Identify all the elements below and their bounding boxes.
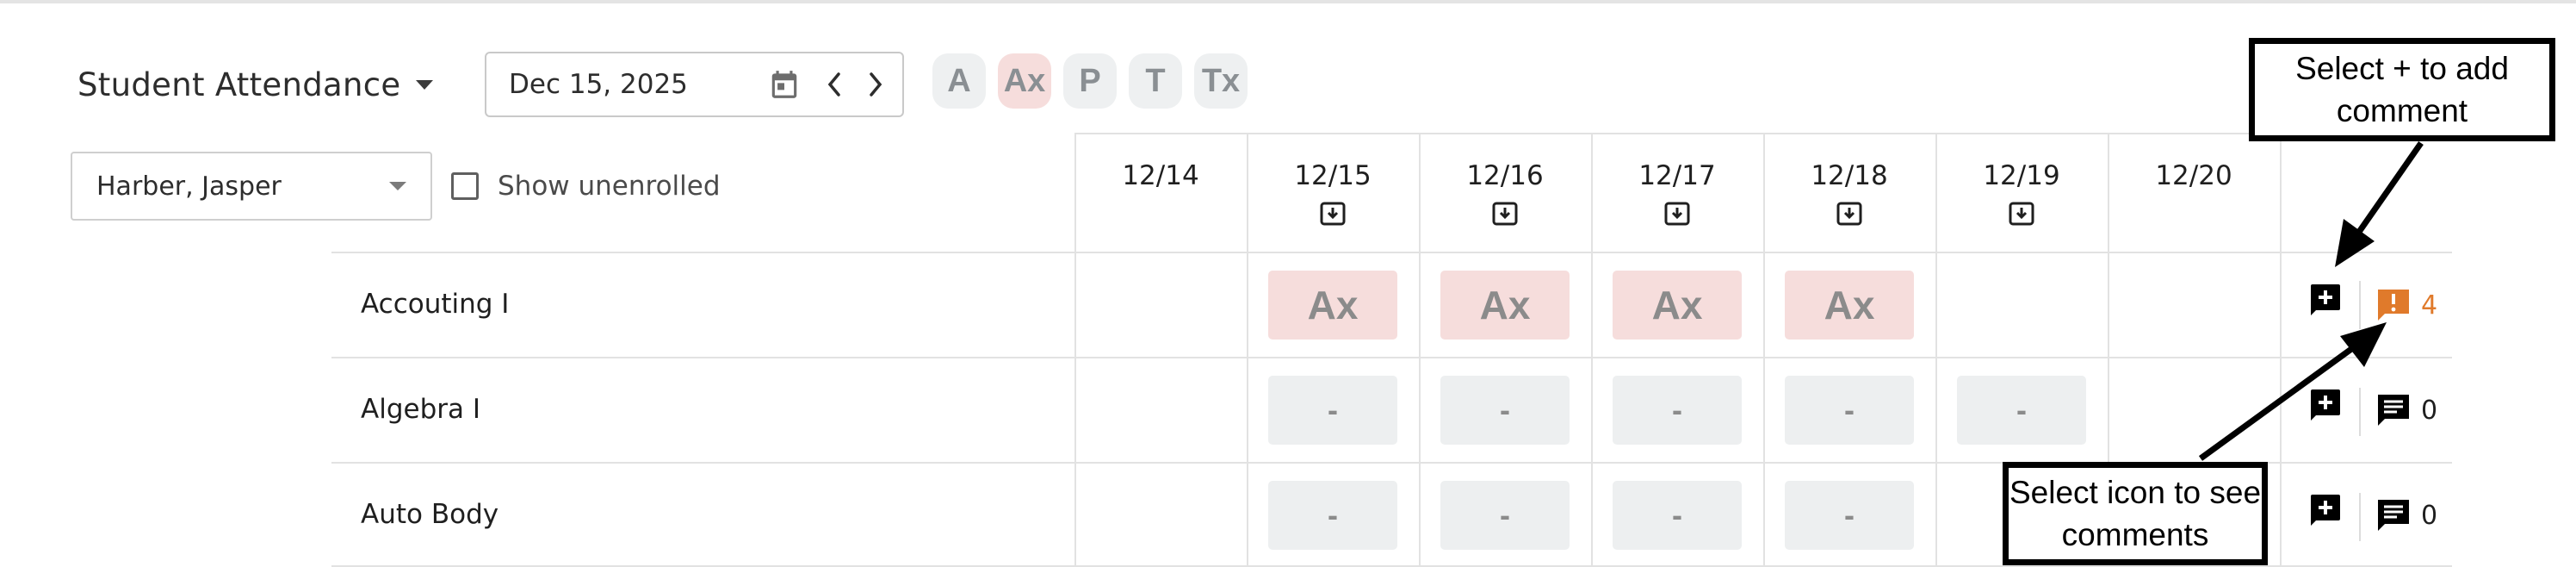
comment-count: 0 xyxy=(2421,395,2438,426)
comments-button[interactable]: 4 xyxy=(2376,288,2437,322)
date-column-header: 12/15 xyxy=(1247,160,1419,229)
code-button-t[interactable]: T xyxy=(1129,53,1182,109)
attendance-cell[interactable]: - xyxy=(1440,376,1570,445)
code-button-a[interactable]: A xyxy=(932,53,986,109)
comment-icon xyxy=(2378,395,2409,426)
attendance-code-bar: A Ax P T Tx xyxy=(932,53,1248,109)
attendance-cell[interactable]: Ax xyxy=(1440,271,1570,340)
attendance-cell[interactable]: - xyxy=(1613,376,1742,445)
row-divider xyxy=(331,357,2452,358)
column-divider xyxy=(1074,133,1076,567)
comments-button[interactable]: 0 xyxy=(2376,393,2437,427)
calendar-icon[interactable] xyxy=(768,68,801,101)
date-field[interactable]: Dec 15, 2025 xyxy=(509,69,768,100)
date-label: 12/20 xyxy=(2155,160,2232,191)
comment-separator xyxy=(2359,388,2361,436)
code-button-p[interactable]: P xyxy=(1063,53,1117,109)
comment-separator xyxy=(2359,493,2361,541)
date-label: 12/18 xyxy=(1811,160,1888,191)
show-unenrolled-label: Show unenrolled xyxy=(498,171,721,202)
show-unenrolled-checkbox[interactable] xyxy=(451,172,479,200)
date-column-header: 12/14 xyxy=(1074,160,1247,191)
add-comment-icon[interactable] xyxy=(2307,388,2342,422)
add-comment-callout: Select + to add comment xyxy=(2249,38,2555,141)
attendance-cell[interactable]: - xyxy=(1957,376,2086,445)
attendance-cell[interactable]: - xyxy=(1613,481,1742,550)
comment-count: 0 xyxy=(2421,500,2438,531)
top-divider xyxy=(0,0,2576,3)
comment-separator xyxy=(2359,281,2361,329)
chevron-down-icon xyxy=(416,79,434,90)
date-column-header: 12/18 xyxy=(1763,160,1935,229)
code-button-ax[interactable]: Ax xyxy=(998,53,1051,109)
add-comment-icon[interactable] xyxy=(2307,493,2342,527)
attendance-cell[interactable]: - xyxy=(1785,376,1914,445)
attendance-cell[interactable]: - xyxy=(1440,481,1570,550)
dropdown-arrow-icon xyxy=(389,182,406,190)
date-label: 12/16 xyxy=(1466,160,1544,191)
course-name: Accouting I xyxy=(361,289,510,320)
page-title: Student Attendance xyxy=(77,65,401,103)
column-divider xyxy=(2280,133,2282,567)
download-icon[interactable] xyxy=(1320,202,1346,229)
attendance-cell[interactable]: - xyxy=(1268,481,1397,550)
attendance-cell[interactable]: Ax xyxy=(1785,271,1914,340)
course-name: Algebra I xyxy=(361,394,480,425)
date-label: 12/15 xyxy=(1294,160,1372,191)
add-comment-icon[interactable] xyxy=(2307,283,2342,317)
date-column-header: 12/16 xyxy=(1419,160,1591,229)
see-comments-callout: Select icon to see comments xyxy=(2003,462,2268,565)
comment-count: 4 xyxy=(2421,290,2438,321)
code-button-tx[interactable]: Tx xyxy=(1194,53,1248,109)
student-select[interactable]: Harber, Jasper xyxy=(71,152,432,221)
attendance-cell[interactable]: - xyxy=(1785,481,1914,550)
attendance-cell[interactable]: Ax xyxy=(1268,271,1397,340)
date-column-header: 12/17 xyxy=(1591,160,1763,229)
previous-date-button[interactable] xyxy=(820,67,849,102)
date-column-header: 12/20 xyxy=(2108,160,2280,191)
course-name: Auto Body xyxy=(361,499,499,530)
date-column-header: 12/19 xyxy=(1935,160,2108,229)
comments-button[interactable]: 0 xyxy=(2376,498,2437,533)
attendance-cell[interactable]: - xyxy=(1268,376,1397,445)
download-icon[interactable] xyxy=(1836,202,1862,229)
date-label: 12/17 xyxy=(1638,160,1716,191)
date-label: 12/14 xyxy=(1122,160,1199,191)
student-name: Harber, Jasper xyxy=(96,171,282,202)
show-unenrolled-toggle[interactable]: Show unenrolled xyxy=(451,171,721,202)
comment-icon xyxy=(2378,500,2409,531)
row-divider xyxy=(331,252,2452,253)
alert-comment-icon xyxy=(2378,290,2409,321)
attendance-view-select[interactable]: Student Attendance xyxy=(77,60,434,109)
download-icon[interactable] xyxy=(1492,202,1518,229)
date-label: 12/19 xyxy=(1983,160,2060,191)
download-icon[interactable] xyxy=(1664,202,1690,229)
next-date-button[interactable] xyxy=(861,67,890,102)
attendance-cell[interactable]: Ax xyxy=(1613,271,1742,340)
download-icon[interactable] xyxy=(2009,202,2034,229)
date-picker[interactable]: Dec 15, 2025 xyxy=(485,52,904,117)
